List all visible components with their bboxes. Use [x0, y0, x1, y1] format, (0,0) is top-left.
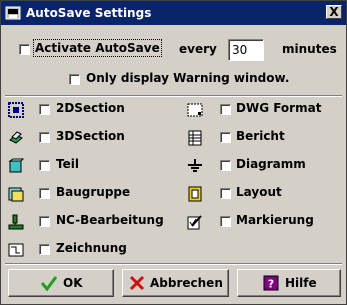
svg-text:?: ?	[268, 278, 274, 291]
assembly-label[interactable]: Baugruppe	[56, 185, 130, 199]
nc-machining-label[interactable]: NC-Bearbeitung	[56, 213, 164, 227]
help-button-label: Hilfe	[285, 276, 317, 290]
layout-label[interactable]: Layout	[236, 185, 282, 199]
3d-section-label[interactable]: 3DSection	[56, 129, 125, 143]
drawing-label[interactable]: Zeichnung	[56, 241, 127, 255]
part-checkbox[interactable]	[39, 160, 50, 171]
report-icon	[188, 130, 202, 146]
check-icon	[41, 276, 57, 291]
layout-checkbox[interactable]	[220, 188, 231, 199]
close-button[interactable]: X	[326, 5, 342, 19]
dwg-format-checkbox[interactable]	[220, 104, 231, 115]
cancel-button-label: Abbrechen	[150, 276, 223, 290]
part-label[interactable]: Teil	[56, 157, 79, 171]
2d-section-icon	[8, 102, 24, 118]
nc-machining-icon	[8, 214, 24, 230]
warning-only-label[interactable]: Only display Warning window.	[86, 71, 289, 85]
3d-section-icon	[9, 131, 23, 144]
warning-only-checkbox[interactable]	[69, 74, 80, 85]
markup-label[interactable]: Markierung	[236, 213, 314, 227]
report-checkbox[interactable]	[220, 132, 231, 143]
nc-machining-checkbox[interactable]	[39, 216, 50, 227]
layout-icon	[188, 186, 202, 202]
2d-section-label[interactable]: 2DSection	[56, 101, 125, 115]
ok-button-label: OK	[63, 276, 83, 290]
help-icon: ?	[263, 275, 279, 291]
drawing-checkbox[interactable]	[39, 244, 50, 255]
activate-autosave-label[interactable]: Activate AutoSave	[33, 39, 162, 57]
help-button[interactable]: ? Hilfe	[237, 269, 341, 297]
diagram-icon	[188, 159, 202, 172]
x-icon	[129, 275, 145, 291]
minutes-label: minutes	[282, 42, 337, 56]
autosave-settings-dialog: AutoSave Settings X Activate AutoSave ev…	[0, 0, 347, 305]
3d-section-checkbox[interactable]	[39, 132, 50, 143]
assembly-icon	[8, 187, 24, 202]
markup-checkbox[interactable]	[220, 216, 231, 227]
dwg-format-label[interactable]: DWG Format	[236, 101, 321, 115]
cancel-button[interactable]: Abbrechen	[122, 269, 229, 297]
markup-icon	[187, 215, 202, 230]
app-icon	[5, 6, 21, 20]
part-icon	[8, 158, 24, 173]
dwg-format-icon	[187, 103, 203, 117]
every-label: every	[179, 42, 217, 56]
ok-button[interactable]: OK	[8, 269, 114, 297]
separator-top	[5, 95, 342, 97]
drawing-icon	[8, 243, 24, 257]
assembly-checkbox[interactable]	[39, 188, 50, 199]
report-label[interactable]: Bericht	[236, 129, 285, 143]
2d-section-checkbox[interactable]	[39, 104, 50, 115]
title-bar[interactable]: AutoSave Settings X	[1, 1, 346, 25]
activate-autosave-checkbox[interactable]	[19, 44, 30, 55]
diagram-checkbox[interactable]	[220, 160, 231, 171]
separator-bottom	[5, 263, 342, 265]
diagram-label[interactable]: Diagramm	[236, 157, 306, 171]
window-title: AutoSave Settings	[26, 6, 152, 20]
interval-minutes-input[interactable]	[228, 39, 264, 61]
